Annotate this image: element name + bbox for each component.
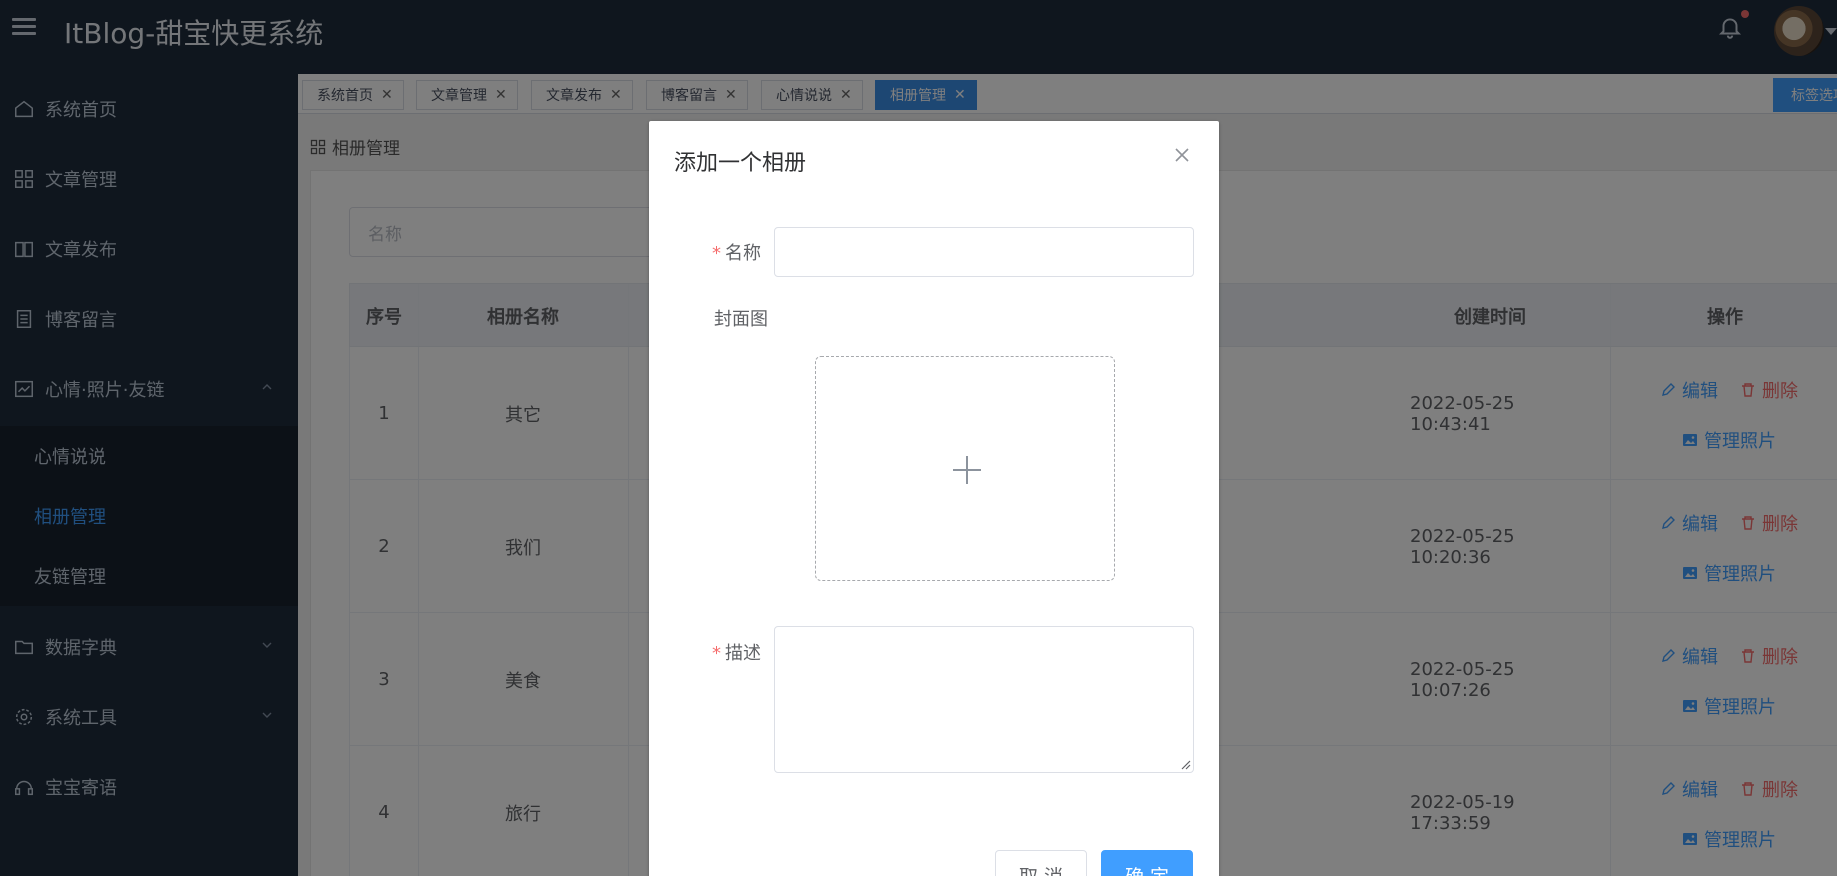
plus-icon (953, 456, 981, 484)
add-album-dialog: 添加一个相册 *名称 封面图 *描述 取 消 确 定 (649, 121, 1219, 876)
description-label: * 描述 (712, 643, 761, 664)
resize-handle-icon[interactable] (1179, 758, 1191, 770)
name-field[interactable] (774, 227, 1194, 277)
name-label: * 名称 (712, 243, 761, 264)
dialog-title: 添加一个相册 (674, 151, 807, 176)
confirm-button[interactable]: 确 定 (1101, 850, 1193, 876)
close-icon[interactable] (1174, 147, 1190, 163)
cover-uploader[interactable] (815, 356, 1115, 581)
cancel-button[interactable]: 取 消 (995, 850, 1087, 876)
cover-label: 封面图 (714, 309, 768, 330)
description-textarea[interactable] (774, 626, 1194, 773)
